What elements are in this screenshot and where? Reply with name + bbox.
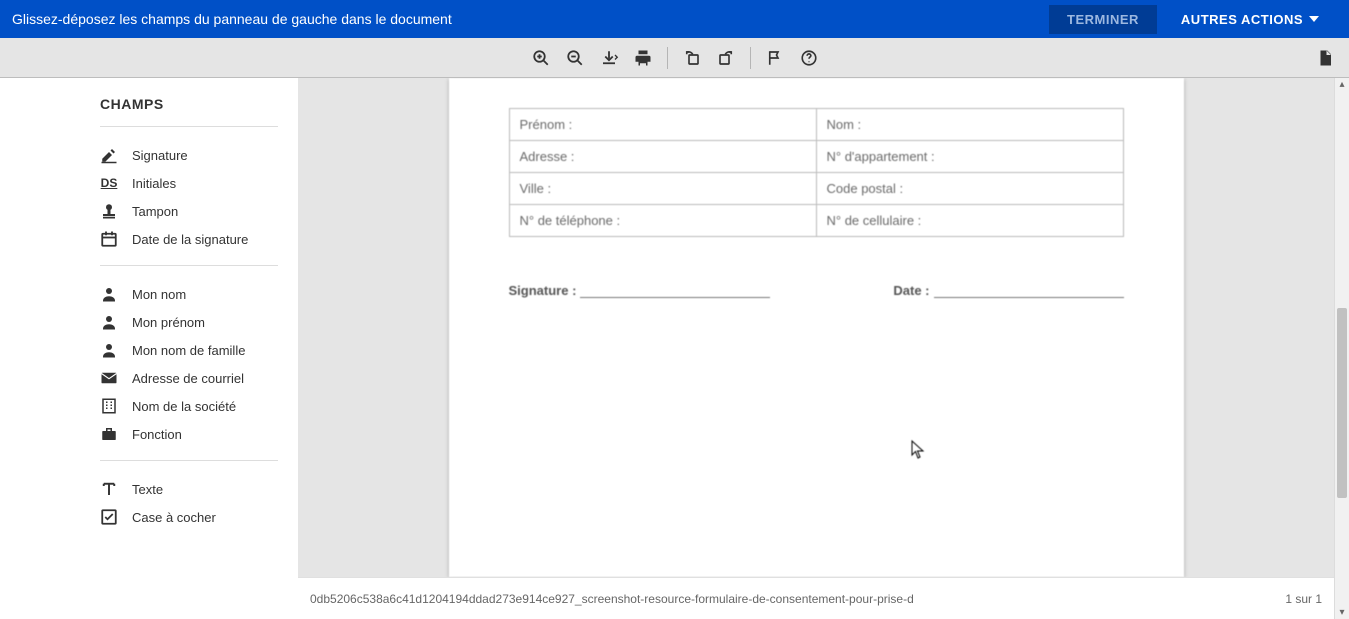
- scroll-up-icon: ▴: [1335, 79, 1349, 90]
- field-label: Mon nom de famille: [132, 343, 245, 358]
- field-label: Tampon: [132, 204, 178, 219]
- field-label: Mon prénom: [132, 315, 205, 330]
- rotate-left-icon: [683, 49, 701, 67]
- rotate-right-button[interactable]: [712, 44, 740, 72]
- field-group-signature: Signature DS Initiales Tampon Date de la…: [100, 141, 278, 266]
- document-area: Prénom : Nom : Adresse : N° d'appartemen…: [298, 78, 1334, 619]
- field-checkbox[interactable]: Case à cocher: [100, 503, 278, 531]
- cursor-icon: [911, 440, 925, 460]
- page-counter: 1 sur 1: [1285, 592, 1322, 606]
- field-last-name[interactable]: Mon nom de famille: [100, 336, 278, 364]
- flag-button[interactable]: [761, 44, 789, 72]
- rotate-left-button[interactable]: [678, 44, 706, 72]
- download-button[interactable]: [595, 44, 623, 72]
- print-button[interactable]: [629, 44, 657, 72]
- caret-down-icon: [1309, 16, 1319, 22]
- fields-panel: CHAMPS Signature DS Initiales Tampon: [0, 78, 298, 619]
- cell-adresse: Adresse :: [509, 141, 816, 173]
- print-icon: [634, 49, 652, 67]
- field-group-identity: Mon nom Mon prénom Mon nom de famille Ad…: [100, 280, 278, 461]
- field-label: Mon nom: [132, 287, 186, 302]
- date-field: Date :: [893, 283, 1123, 298]
- stamp-icon: [100, 202, 118, 220]
- field-label: Adresse de courriel: [132, 371, 244, 386]
- rotate-right-icon: [717, 49, 735, 67]
- help-icon: [800, 49, 818, 67]
- toolbar: [0, 38, 1349, 78]
- cell-tel: N° de téléphone :: [509, 205, 816, 237]
- cell-appart: N° d'appartement :: [816, 141, 1123, 173]
- cell-prenom: Prénom :: [509, 109, 816, 141]
- workspace: CHAMPS Signature DS Initiales Tampon: [0, 78, 1349, 619]
- help-button[interactable]: [795, 44, 823, 72]
- fields-panel-title: CHAMPS: [100, 96, 278, 127]
- envelope-icon: [100, 369, 118, 387]
- zoom-out-button[interactable]: [561, 44, 589, 72]
- field-group-misc: Texte Case à cocher: [100, 475, 278, 543]
- vertical-scrollbar[interactable]: ▴ ▾: [1334, 78, 1349, 619]
- field-email[interactable]: Adresse de courriel: [100, 364, 278, 392]
- document-footer: 0db5206c538a6c41d1204194ddad273e914ce927…: [298, 577, 1334, 619]
- field-label: Signature: [132, 148, 188, 163]
- cell-nom: Nom :: [816, 109, 1123, 141]
- person-icon: [100, 285, 118, 303]
- field-label: Initiales: [132, 176, 176, 191]
- table-row: Adresse : N° d'appartement :: [509, 141, 1123, 173]
- briefcase-icon: [100, 425, 118, 443]
- checkbox-icon: [100, 508, 118, 526]
- scroll-thumb[interactable]: [1337, 308, 1347, 498]
- field-text[interactable]: Texte: [100, 475, 278, 503]
- other-actions-label: AUTRES ACTIONS: [1181, 12, 1303, 27]
- text-icon: [100, 480, 118, 498]
- download-icon: [599, 49, 619, 67]
- field-label: Nom de la société: [132, 399, 236, 414]
- zoom-in-button[interactable]: [527, 44, 555, 72]
- flag-icon: [766, 49, 784, 67]
- toolbar-separator: [667, 47, 668, 69]
- document-canvas[interactable]: Prénom : Nom : Adresse : N° d'appartemen…: [298, 78, 1334, 577]
- field-company[interactable]: Nom de la société: [100, 392, 278, 420]
- building-icon: [100, 397, 118, 415]
- document-icon: [1316, 49, 1334, 67]
- person-icon: [100, 341, 118, 359]
- document-page[interactable]: Prénom : Nom : Adresse : N° d'appartemen…: [449, 78, 1184, 577]
- top-bar: Glissez-déposez les champs du panneau de…: [0, 0, 1349, 38]
- initials-icon: DS: [100, 174, 118, 192]
- field-stamp[interactable]: Tampon: [100, 197, 278, 225]
- date-label: Date :: [893, 283, 929, 298]
- other-actions-button[interactable]: AUTRES ACTIONS: [1181, 12, 1319, 27]
- cell-cell: N° de cellulaire :: [816, 205, 1123, 237]
- form-table: Prénom : Nom : Adresse : N° d'appartemen…: [509, 108, 1124, 237]
- signature-field: Signature :: [509, 283, 771, 298]
- finish-button[interactable]: TERMINER: [1049, 5, 1157, 34]
- cell-ville: Ville :: [509, 173, 816, 205]
- scroll-down-icon: ▾: [1335, 607, 1349, 618]
- table-row: Prénom : Nom :: [509, 109, 1123, 141]
- field-label: Date de la signature: [132, 232, 248, 247]
- table-row: Ville : Code postal :: [509, 173, 1123, 205]
- signature-icon: [100, 146, 118, 164]
- field-label: Case à cocher: [132, 510, 216, 525]
- field-title[interactable]: Fonction: [100, 420, 278, 448]
- table-row: N° de téléphone : N° de cellulaire :: [509, 205, 1123, 237]
- field-label: Texte: [132, 482, 163, 497]
- zoom-in-icon: [532, 49, 550, 67]
- field-initials[interactable]: DS Initiales: [100, 169, 278, 197]
- signature-label: Signature :: [509, 283, 577, 298]
- field-label: Fonction: [132, 427, 182, 442]
- field-my-name[interactable]: Mon nom: [100, 280, 278, 308]
- instruction-text: Glissez-déposez les champs du panneau de…: [12, 11, 452, 27]
- person-icon: [100, 313, 118, 331]
- signature-row: Signature : Date :: [509, 283, 1124, 298]
- toolbar-separator: [750, 47, 751, 69]
- document-filename: 0db5206c538a6c41d1204194ddad273e914ce927…: [310, 592, 914, 606]
- cell-postal: Code postal :: [816, 173, 1123, 205]
- field-first-name[interactable]: Mon prénom: [100, 308, 278, 336]
- document-panel-button[interactable]: [1311, 44, 1339, 72]
- field-signature[interactable]: Signature: [100, 141, 278, 169]
- zoom-out-icon: [566, 49, 584, 67]
- calendar-icon: [100, 230, 118, 248]
- field-date-signed[interactable]: Date de la signature: [100, 225, 278, 253]
